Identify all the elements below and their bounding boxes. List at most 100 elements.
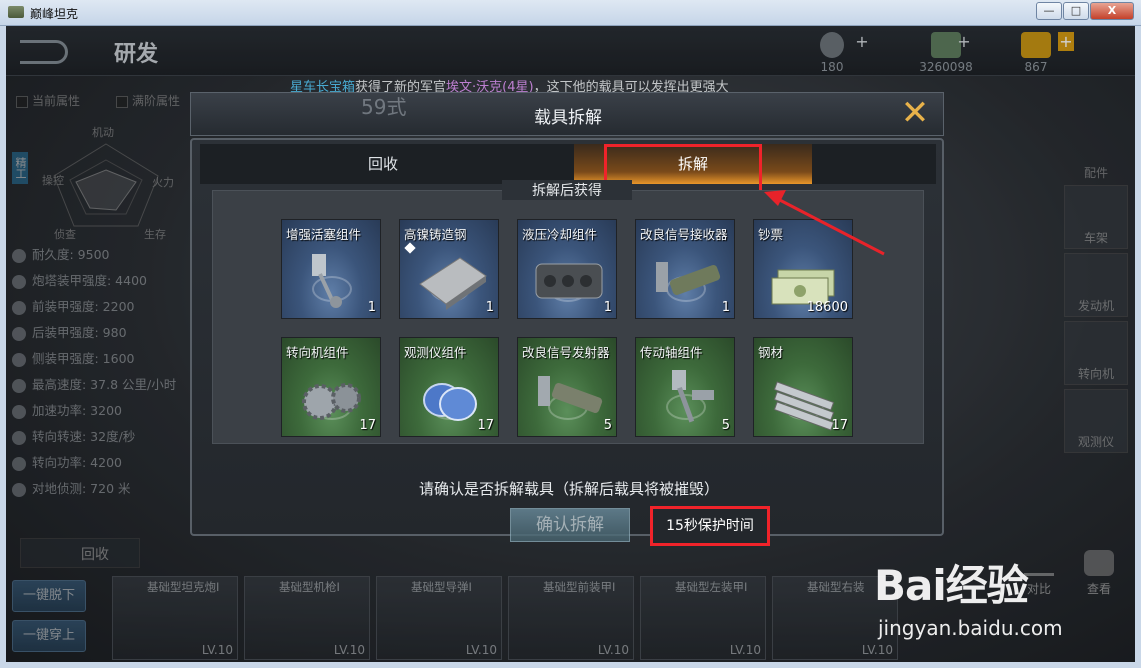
reward-item[interactable]: 钢材 17 bbox=[753, 337, 853, 437]
item-name: 钢材 bbox=[758, 345, 784, 360]
item-name: 观测仪组件 bbox=[404, 345, 467, 360]
add-gold-button[interactable]: + bbox=[1058, 32, 1074, 51]
reward-item[interactable]: 改良信号接收器 1 bbox=[635, 219, 735, 319]
stats-list: 耐久度: 9500 炮塔装甲强度: 4400 前装甲强度: 2200 后装甲强度… bbox=[12, 242, 176, 502]
item-qty: 1 bbox=[721, 300, 730, 315]
stat-text: 耐久度: 9500 bbox=[32, 247, 110, 262]
stat-row: 侧装甲强度: 1600 bbox=[12, 346, 176, 372]
full-attr-toggle[interactable]: 满阶属性 bbox=[116, 92, 180, 109]
recycle-tab[interactable]: 回收 bbox=[20, 538, 140, 568]
radar-label-survival: 生存 bbox=[144, 228, 166, 241]
unequip-all-button[interactable]: 一键脱下 bbox=[12, 580, 86, 612]
window-frame-right bbox=[1135, 26, 1141, 668]
item-qty: 5 bbox=[721, 418, 730, 433]
item-name: 改良信号接收器 bbox=[640, 227, 728, 242]
minimize-button[interactable]: — bbox=[1036, 2, 1062, 20]
item-name: 传动轴组件 bbox=[640, 345, 703, 360]
item-qty: 18600 bbox=[806, 300, 848, 315]
part-slot-chassis[interactable]: 车架 bbox=[1064, 185, 1128, 249]
resource-medal: 180 bbox=[802, 32, 862, 74]
modal-header: 59式 载具拆解 ✕ bbox=[190, 92, 944, 136]
reward-item[interactable]: 转向机组件 17 bbox=[281, 337, 381, 437]
card-level: LV.10 bbox=[333, 643, 365, 657]
close-icon[interactable]: ✕ bbox=[897, 95, 933, 131]
baidu-logo: Bai经验 bbox=[874, 561, 1029, 610]
current-attr-label: 当前属性 bbox=[32, 94, 81, 108]
current-attr-toggle[interactable]: 当前属性 bbox=[16, 92, 80, 109]
resource-cash-value: 3260098 bbox=[919, 60, 973, 74]
elite-tag: 精工 bbox=[12, 152, 28, 184]
back-icon[interactable] bbox=[20, 40, 68, 64]
resource-gold-value: 867 bbox=[1024, 60, 1048, 74]
card-name: 基础型左装甲I bbox=[675, 580, 748, 594]
equipment-card[interactable]: 基础型机枪I LV.10 bbox=[244, 576, 370, 660]
radar-chart-icon bbox=[53, 143, 159, 227]
part-slot-steering[interactable]: 转向机 bbox=[1064, 321, 1128, 385]
part-slot-scope[interactable]: 观测仪 bbox=[1064, 389, 1128, 453]
reward-item[interactable]: 传动轴组件 5 bbox=[635, 337, 735, 437]
watermark-url: jingyan.baidu.com bbox=[878, 616, 1063, 640]
stat-row: 最高速度: 37.8 公里/小时 bbox=[12, 372, 176, 398]
quick-buttons: 一键脱下 一键穿上 bbox=[12, 580, 86, 660]
parts-header: 配件 bbox=[1083, 166, 1108, 180]
card-name: 基础型导弹I bbox=[411, 580, 472, 594]
stat-row: 加速功率: 3200 bbox=[12, 398, 176, 424]
medal-icon bbox=[820, 32, 844, 58]
reward-item[interactable]: 增强活塞组件 1 bbox=[281, 219, 381, 319]
add-medal-button[interactable]: + bbox=[854, 32, 870, 51]
card-level: LV.10 bbox=[201, 643, 233, 657]
card-name: 基础型机枪I bbox=[279, 580, 340, 594]
stat-row: 对地侦测: 720 米 bbox=[12, 476, 176, 502]
attribute-panel: 当前属性 满阶属性 精工 机动 操控 侦查 生存 火力 耐久度: 9500 炮塔… bbox=[6, 84, 196, 516]
equip-all-button[interactable]: 一键穿上 bbox=[12, 620, 86, 652]
equipment-card[interactable]: 基础型坦克炮I LV.10 bbox=[112, 576, 238, 660]
obtain-label: 拆解后获得 bbox=[502, 180, 632, 200]
stat-row: 转向功率: 4200 bbox=[12, 450, 176, 476]
stat-icon bbox=[12, 300, 26, 315]
stat-icon bbox=[12, 378, 26, 393]
confirm-dismantle-button[interactable]: 确认拆解 bbox=[510, 508, 630, 542]
maximize-button[interactable]: □ bbox=[1063, 2, 1089, 20]
top-bar: 研发 180 + 3260098 + 867 + bbox=[6, 26, 1135, 76]
equipment-card[interactable]: 基础型前装甲I LV.10 bbox=[508, 576, 634, 660]
part-slot-engine[interactable]: 发动机 bbox=[1064, 253, 1128, 317]
item-name: 液压冷却组件 bbox=[522, 227, 598, 242]
recycle-tab-label: 回收 bbox=[81, 547, 109, 563]
annotation-arrow-icon bbox=[764, 190, 885, 256]
equipment-card[interactable]: 基础型左装甲I LV.10 bbox=[640, 576, 766, 660]
reward-item[interactable]: 观测仪组件 17 bbox=[399, 337, 499, 437]
stat-text: 前装甲强度: 2200 bbox=[32, 299, 135, 314]
card-level: LV.10 bbox=[729, 643, 761, 657]
window-title: 巅峰坦克 bbox=[30, 7, 79, 21]
stat-icon bbox=[12, 326, 26, 341]
stat-text: 转向功率: 4200 bbox=[32, 455, 122, 470]
item-name: 增强活塞组件 bbox=[286, 227, 362, 242]
stat-icon bbox=[12, 456, 26, 471]
shaft-icon bbox=[672, 370, 714, 423]
item-name: 改良信号发射器 bbox=[522, 345, 610, 360]
equipment-card[interactable]: 基础型导弹I LV.10 bbox=[376, 576, 502, 660]
piston-icon bbox=[312, 254, 342, 308]
add-cash-button[interactable]: + bbox=[956, 32, 972, 51]
item-name: 高镍铸造钢 bbox=[404, 227, 467, 242]
item-qty: 17 bbox=[359, 418, 376, 433]
modal-title: 载具拆解 bbox=[534, 108, 602, 128]
parts-column: 配件 车架 发动机 转向机 观测仪 bbox=[1058, 164, 1134, 457]
resource-cash: 3260098 bbox=[906, 32, 986, 74]
reward-item[interactable]: 改良信号发射器 5 bbox=[517, 337, 617, 437]
resource-gold: 867 bbox=[1006, 32, 1066, 74]
engine-block-icon bbox=[535, 263, 603, 299]
tab-recycle[interactable]: 回收 bbox=[200, 144, 566, 184]
full-attr-label: 满阶属性 bbox=[132, 94, 181, 108]
stat-text: 侧装甲强度: 1600 bbox=[32, 351, 135, 366]
part-label: 车架 bbox=[1083, 231, 1108, 245]
reward-item[interactable]: 液压冷却组件 1 bbox=[517, 219, 617, 319]
resource-medal-value: 180 bbox=[820, 60, 844, 74]
window-titlebar: 巅峰坦克 — □ X bbox=[0, 0, 1141, 26]
steel-plate-icon bbox=[419, 257, 487, 310]
stat-text: 最高速度: 37.8 公里/小时 bbox=[32, 377, 177, 392]
radar-label-control: 操控 bbox=[42, 174, 64, 187]
page-title: 研发 bbox=[114, 42, 159, 67]
reward-item[interactable]: 高镍铸造钢 1 bbox=[399, 219, 499, 319]
close-window-button[interactable]: X bbox=[1090, 2, 1134, 20]
